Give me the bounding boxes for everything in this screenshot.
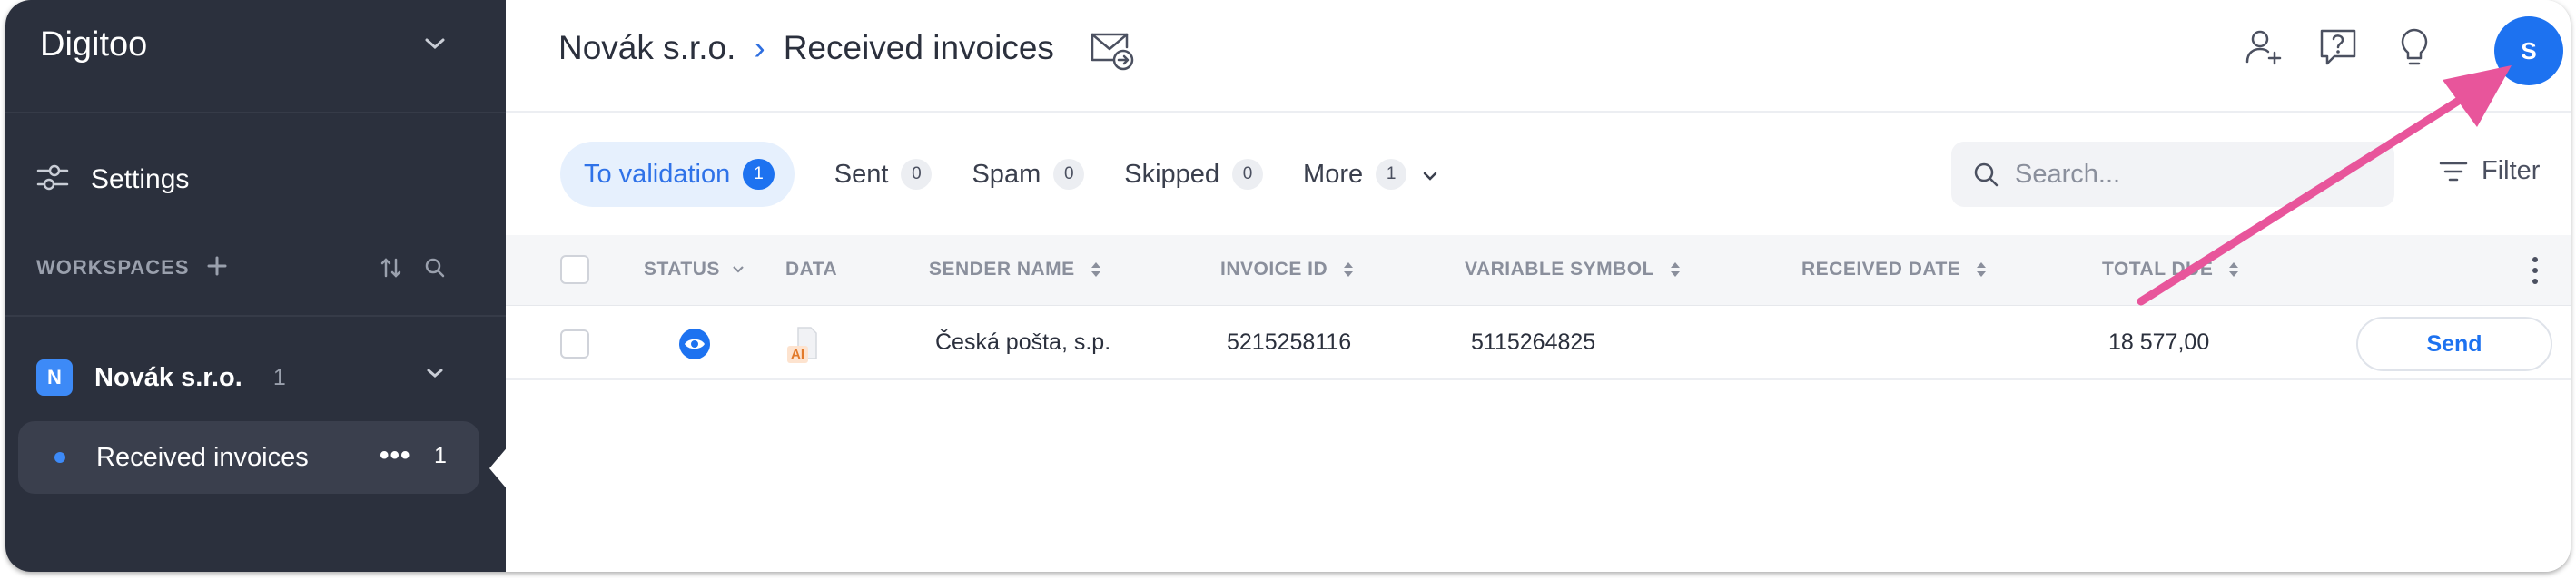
sort-icon bbox=[1669, 260, 1682, 280]
sidebar: Digitoo Settings WORKSPACES N Novák s.r.… bbox=[5, 0, 509, 572]
kebab-icon[interactable] bbox=[2531, 255, 2540, 290]
sort-icon bbox=[1090, 260, 1102, 280]
column-header-received-date[interactable]: RECEIVED DATE bbox=[1801, 259, 1988, 280]
send-button[interactable]: Send bbox=[2356, 317, 2552, 371]
column-header-total-due[interactable]: TOTAL DUE bbox=[2102, 259, 2240, 280]
sidebar-item-label: Received invoices bbox=[96, 442, 309, 472]
sidebar-divider bbox=[5, 315, 506, 317]
column-label: SENDER NAME bbox=[929, 259, 1075, 280]
tab-more[interactable]: More 1 bbox=[1303, 142, 1439, 207]
sort-icon[interactable] bbox=[380, 256, 403, 284]
column-label: RECEIVED DATE bbox=[1801, 259, 1961, 280]
active-dot bbox=[54, 452, 65, 463]
filter-label: Filter bbox=[2482, 156, 2541, 185]
add-user-icon[interactable] bbox=[2242, 25, 2285, 74]
avatar[interactable]: S bbox=[2494, 16, 2563, 85]
breadcrumb-company[interactable]: Novák s.r.o. bbox=[558, 29, 735, 67]
filter-button[interactable]: Filter bbox=[2438, 156, 2540, 186]
item-count: 1 bbox=[434, 443, 447, 468]
breadcrumb-separator: › bbox=[754, 29, 765, 66]
search-placeholder: Search... bbox=[2015, 159, 2121, 189]
help-icon[interactable] bbox=[2316, 25, 2360, 74]
search-input[interactable]: Search... bbox=[1951, 142, 2394, 207]
sort-icon bbox=[2227, 260, 2240, 280]
sort-icon bbox=[1342, 260, 1355, 280]
sidebar-item-company[interactable]: N Novák s.r.o. 1 bbox=[36, 359, 463, 397]
tab-count-badge: 0 bbox=[901, 159, 933, 190]
filter-icon bbox=[2438, 159, 2469, 184]
select-all-checkbox[interactable] bbox=[560, 255, 589, 284]
workspaces-label: WORKSPACES bbox=[36, 256, 190, 279]
tab-count-badge: 0 bbox=[1053, 159, 1085, 190]
tab-count-badge: 1 bbox=[1376, 159, 1407, 190]
settings-label: Settings bbox=[91, 163, 190, 194]
workspaces-header: WORKSPACES bbox=[36, 256, 463, 283]
table-row[interactable]: AI Česká pošta, s.p. 5215258116 51152648… bbox=[506, 306, 2571, 380]
column-header-data: DATA bbox=[785, 259, 837, 280]
plus-icon[interactable] bbox=[205, 254, 229, 282]
total-due-cell: 18 577,00 bbox=[2108, 329, 2210, 355]
main-content: Novák s.r.o. › Received invoices S To va… bbox=[506, 0, 2571, 572]
variable-symbol-cell: 5115264825 bbox=[1471, 329, 1596, 355]
mail-forward-icon[interactable] bbox=[1087, 27, 1138, 77]
sender-name-cell: Česká pošta, s.p. bbox=[935, 329, 1111, 355]
column-label: STATUS bbox=[644, 259, 720, 280]
tab-count-badge: 1 bbox=[743, 159, 775, 190]
company-badge: N bbox=[36, 359, 73, 396]
document-icon: AI bbox=[784, 326, 829, 366]
column-header-sender-name[interactable]: SENDER NAME bbox=[929, 259, 1102, 280]
sidebar-item-received-invoices[interactable]: Received invoices ••• 1 bbox=[18, 421, 479, 494]
sidebar-item-settings[interactable]: Settings bbox=[36, 162, 189, 197]
chevron-down-icon[interactable] bbox=[423, 366, 447, 385]
row-checkbox[interactable] bbox=[560, 329, 589, 359]
settings-sliders-icon bbox=[36, 162, 69, 197]
column-header-status[interactable]: STATUS bbox=[644, 259, 745, 280]
table-header: STATUS DATA SENDER NAME INVOICE ID VARIA… bbox=[506, 235, 2571, 306]
company-count: 1 bbox=[272, 364, 286, 390]
tab-spam[interactable]: Spam 0 bbox=[972, 142, 1085, 207]
column-label: VARIABLE SYMBOL bbox=[1465, 259, 1654, 280]
chevron-down-icon bbox=[1421, 160, 1439, 190]
tab-sent[interactable]: Sent 0 bbox=[834, 142, 933, 207]
column-header-invoice-id[interactable]: INVOICE ID bbox=[1220, 259, 1355, 280]
chevron-down-icon bbox=[731, 264, 745, 275]
header: Novák s.r.o. › Received invoices S bbox=[506, 0, 2571, 113]
sidebar-divider bbox=[5, 112, 506, 113]
breadcrumb: Novák s.r.o. › Received invoices bbox=[558, 29, 1054, 67]
tab-label: Spam bbox=[972, 159, 1041, 189]
column-label: INVOICE ID bbox=[1220, 259, 1328, 280]
invoice-id-cell: 5215258116 bbox=[1227, 329, 1352, 355]
more-options-button[interactable]: ••• bbox=[380, 442, 411, 469]
brand-name: Digitoo bbox=[40, 25, 148, 64]
search-icon[interactable] bbox=[423, 256, 447, 284]
tab-to-validation[interactable]: To validation 1 bbox=[560, 142, 795, 207]
tab-bar: To validation 1 Sent 0 Spam 0 Skipped 0 … bbox=[560, 142, 1439, 207]
ai-badge: AI bbox=[787, 346, 808, 363]
tab-label: To validation bbox=[584, 159, 731, 189]
tab-label: Sent bbox=[834, 159, 889, 189]
chevron-down-icon[interactable] bbox=[423, 36, 447, 55]
sort-icon bbox=[1975, 260, 1988, 280]
tab-label: More bbox=[1303, 159, 1364, 189]
tab-skipped[interactable]: Skipped 0 bbox=[1124, 142, 1264, 207]
eye-icon[interactable] bbox=[678, 328, 711, 367]
column-header-variable-symbol[interactable]: VARIABLE SYMBOL bbox=[1465, 259, 1682, 280]
tab-count-badge: 0 bbox=[1232, 159, 1264, 190]
column-label: DATA bbox=[785, 259, 838, 280]
page-title: Received invoices bbox=[783, 29, 1054, 66]
search-icon bbox=[1971, 160, 2000, 189]
column-label: TOTAL DUE bbox=[2102, 259, 2214, 280]
company-name: Novák s.r.o. bbox=[94, 362, 242, 392]
lightbulb-icon[interactable] bbox=[2393, 25, 2436, 74]
app-window: Digitoo Settings WORKSPACES N Novák s.r.… bbox=[5, 0, 2571, 572]
tab-label: Skipped bbox=[1124, 159, 1220, 189]
